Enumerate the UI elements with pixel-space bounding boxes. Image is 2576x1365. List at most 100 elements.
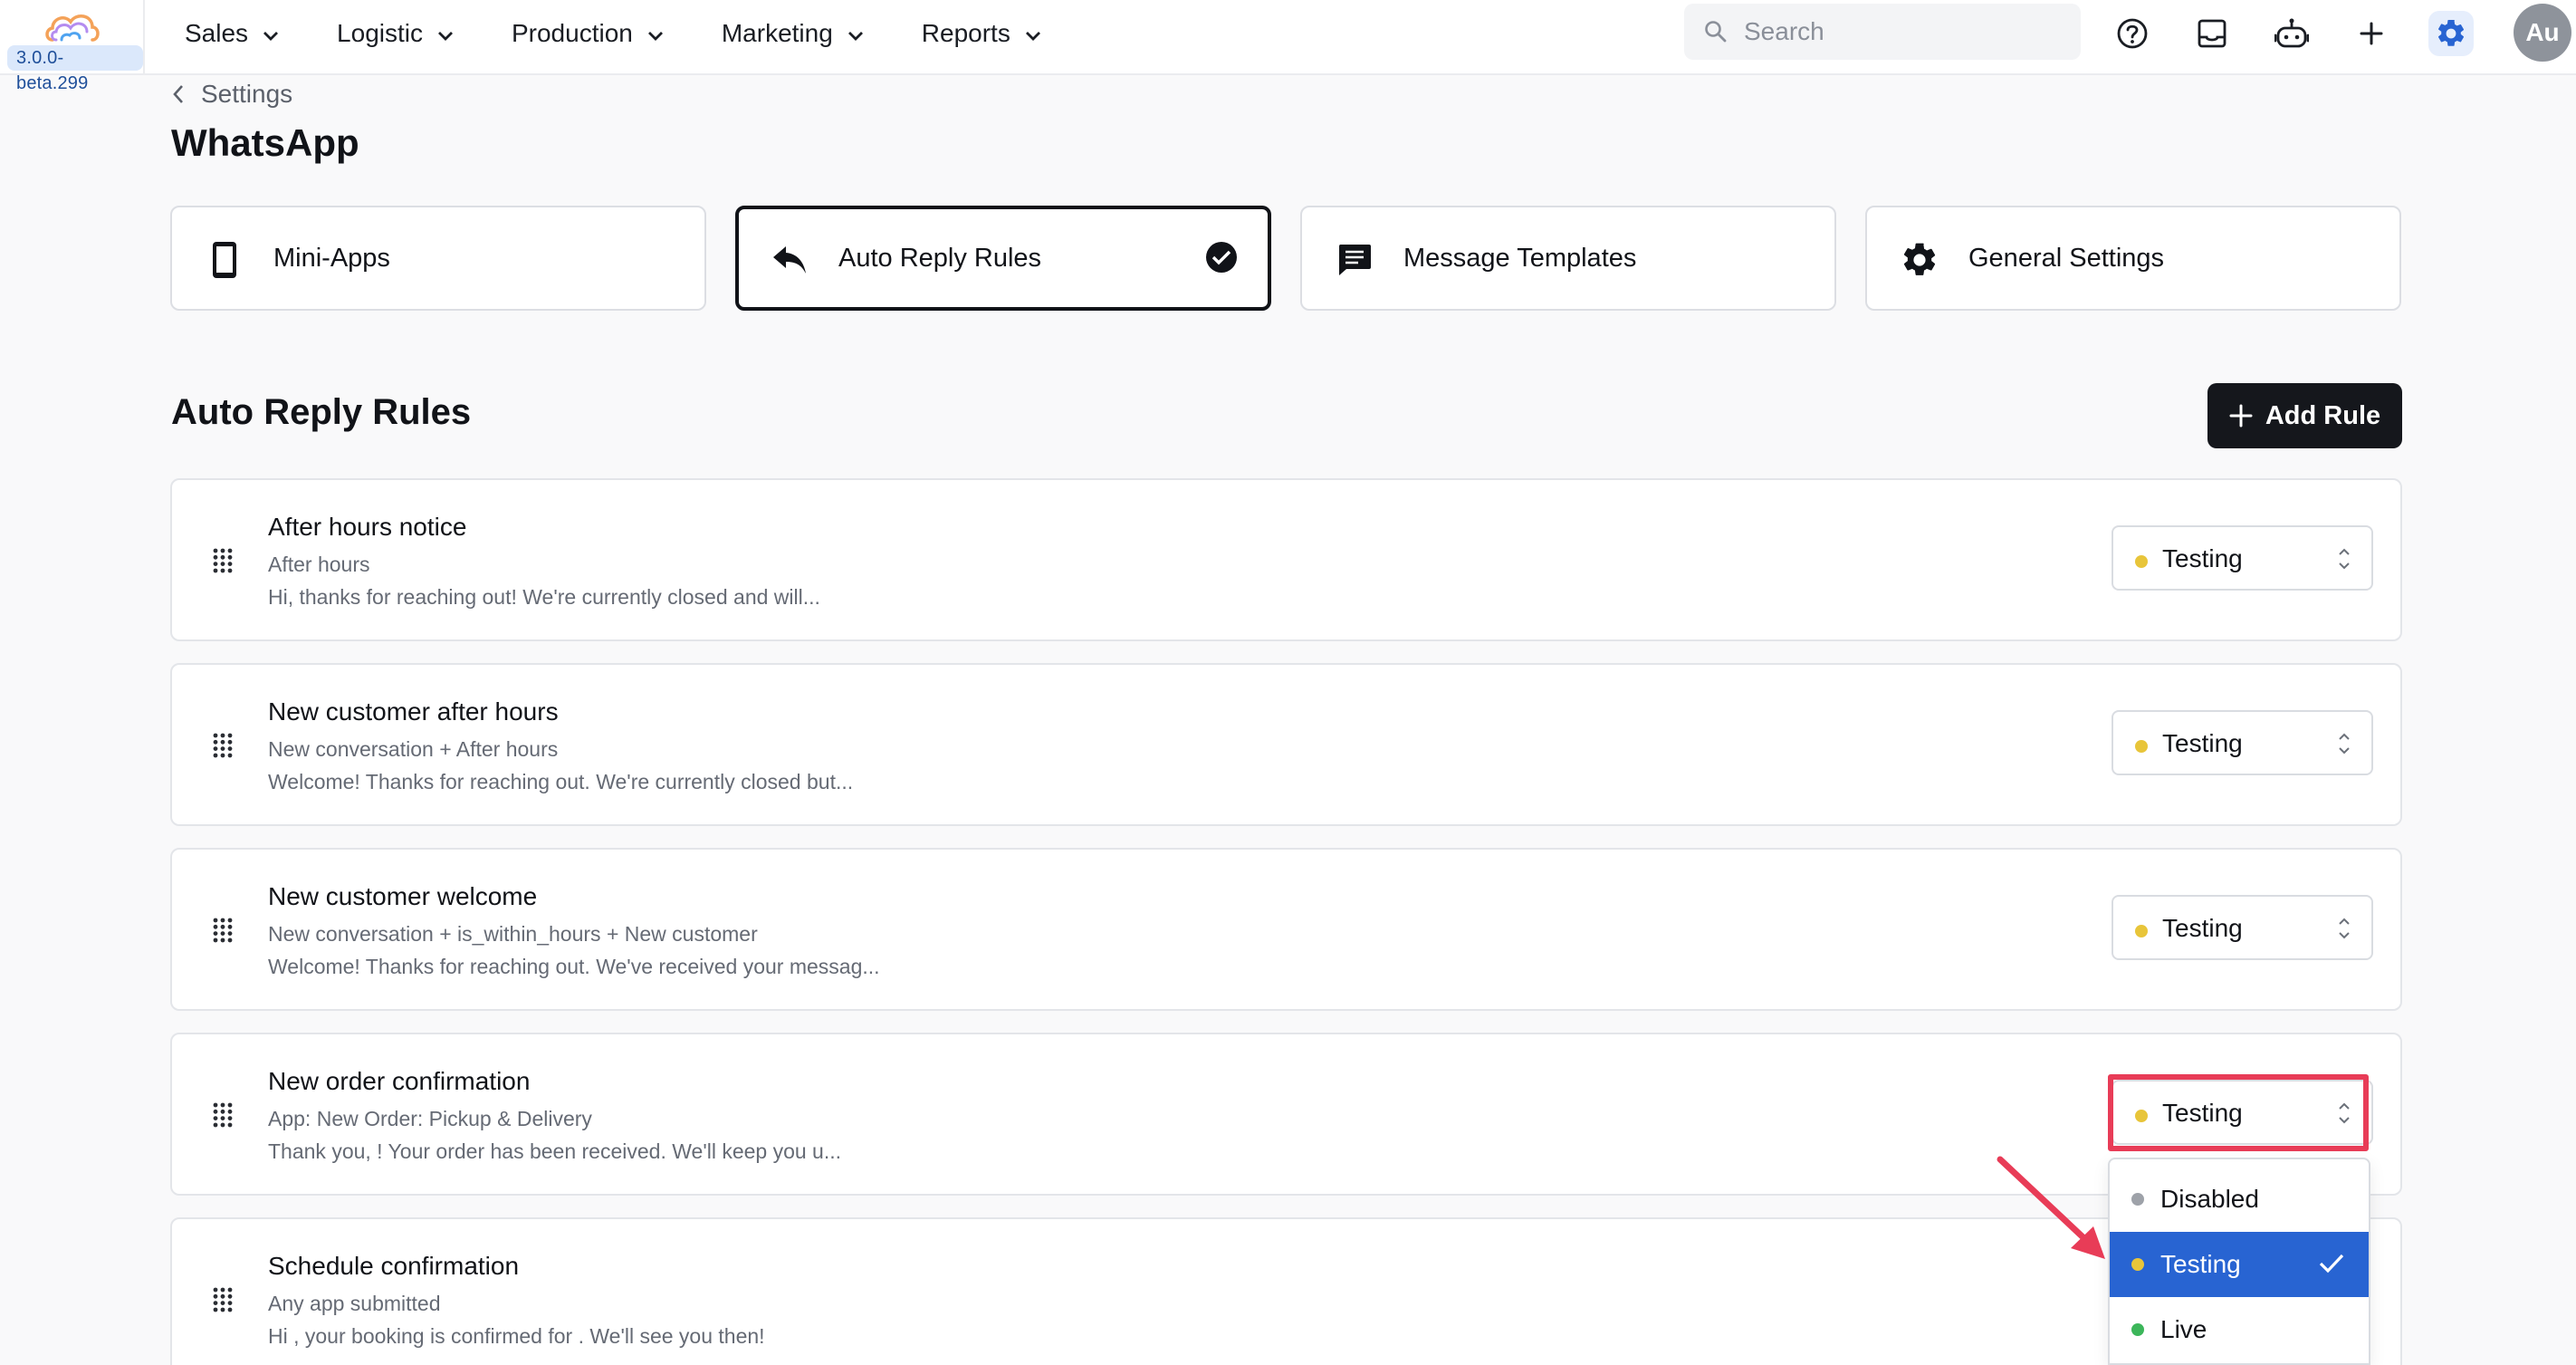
inbox-button[interactable]: [2189, 11, 2235, 56]
status-value: Testing: [2162, 914, 2243, 942]
rule-conditions: New conversation + After hours: [268, 737, 559, 761]
help-icon: [2117, 18, 2148, 49]
nav-item-production[interactable]: Production: [512, 0, 664, 66]
nav-item-label: Logistic: [337, 18, 423, 47]
chevron-up-down-icon: [2339, 1102, 2350, 1124]
app-logo[interactable]: 3.0.0-beta.299: [0, 0, 145, 93]
status-select[interactable]: Testing: [2112, 710, 2373, 775]
drag-handle-icon[interactable]: [212, 732, 234, 759]
chevron-up-down-icon: [2339, 548, 2350, 570]
avatar[interactable]: Au: [2514, 4, 2571, 62]
status-select[interactable]: Testing: [2112, 895, 2373, 960]
status-dot: [2131, 1193, 2144, 1206]
rule-title: Schedule confirmation: [268, 1252, 520, 1280]
status-option-disabled[interactable]: Disabled: [2110, 1167, 2369, 1232]
rule-card[interactable]: After hours notice After hours Hi, thank…: [170, 478, 2402, 641]
assistant-button[interactable]: [2269, 11, 2314, 56]
nav-item-label: Marketing: [721, 18, 833, 47]
status-dot: [2135, 1110, 2148, 1122]
status-option-testing[interactable]: Testing: [2110, 1232, 2369, 1297]
tab-label: Mini-Apps: [273, 244, 390, 273]
tab-auto-reply-rules[interactable]: Auto Reply Rules: [735, 206, 1271, 311]
help-button[interactable]: [2110, 11, 2155, 56]
tab-label: General Settings: [1968, 244, 2165, 273]
status-value: Testing: [2162, 1099, 2243, 1127]
rule-preview: Hi, thanks for reaching out! We're curre…: [268, 585, 820, 609]
add-rule-button[interactable]: Add Rule: [2207, 383, 2402, 448]
rule-preview: Hi , your booking is confirmed for . We'…: [268, 1324, 765, 1348]
plus-icon: [2360, 22, 2383, 45]
section-title: Auto Reply Rules: [171, 392, 472, 432]
rule-title: After hours notice: [268, 513, 467, 541]
option-label: Disabled: [2160, 1185, 2259, 1213]
rule-card[interactable]: New customer welcome New conversation + …: [170, 848, 2402, 1011]
tab-mini-apps[interactable]: Mini-Apps: [170, 206, 706, 311]
tab-label: Auto Reply Rules: [838, 244, 1042, 273]
bot-icon: [2274, 18, 2309, 48]
create-button[interactable]: [2349, 11, 2394, 56]
rule-conditions: App: New Order: Pickup & Delivery: [268, 1107, 592, 1130]
rule-conditions: After hours: [268, 553, 370, 576]
status-dot: [2135, 925, 2148, 937]
status-select[interactable]: Testing: [2112, 525, 2373, 591]
status-value: Testing: [2162, 544, 2243, 572]
drag-handle-icon[interactable]: [212, 1286, 234, 1313]
main-nav: Sales Logistic Production Marketing Repo…: [185, 0, 1099, 66]
drag-handle-icon[interactable]: [212, 917, 234, 944]
tab-message-templates[interactable]: Message Templates: [1300, 206, 1836, 311]
check-circle-icon: [1204, 240, 1239, 279]
search-box[interactable]: [1684, 4, 2081, 60]
plus-icon: [2229, 404, 2253, 428]
status-option-live[interactable]: Live: [2110, 1297, 2369, 1362]
rule-title: New customer after hours: [268, 697, 559, 726]
nav-item-marketing[interactable]: Marketing: [722, 0, 864, 66]
nav-item-reports[interactable]: Reports: [922, 0, 1041, 66]
tab-label: Message Templates: [1403, 244, 1637, 273]
gear-icon: [1900, 240, 1939, 280]
option-label: Live: [2160, 1315, 2207, 1343]
rule-preview: Welcome! Thanks for reaching out. We've …: [268, 955, 880, 978]
top-bar: 3.0.0-beta.299 Sales Logistic Production…: [0, 0, 2576, 93]
option-label: Testing: [2160, 1250, 2241, 1278]
nav-item-label: Production: [511, 18, 633, 47]
check-icon: [2319, 1254, 2344, 1274]
status-dot: [2135, 740, 2148, 753]
page-title: WhatsApp: [171, 121, 359, 164]
drag-handle-icon[interactable]: [212, 1101, 234, 1129]
nav-item-logistic[interactable]: Logistic: [337, 0, 454, 66]
gear-icon: [2437, 19, 2465, 46]
cloud-logo-icon: [45, 14, 100, 42]
status-dot: [2135, 555, 2148, 568]
drag-handle-icon[interactable]: [212, 547, 234, 574]
status-dot: [2131, 1323, 2144, 1336]
search-input[interactable]: [1744, 4, 2070, 60]
rule-title: New order confirmation: [268, 1067, 531, 1095]
chevron-down-icon: [437, 19, 454, 48]
chevron-up-down-icon: [2339, 733, 2350, 755]
rule-preview: Welcome! Thanks for reaching out. We're …: [268, 770, 854, 793]
phone-icon: [205, 240, 244, 280]
chevron-down-icon: [647, 19, 664, 48]
chevron-down-icon: [263, 19, 279, 48]
status-select-open[interactable]: Testing: [2112, 1080, 2373, 1145]
rule-card[interactable]: New customer after hours New conversatio…: [170, 663, 2402, 826]
rule-conditions: Any app submitted: [268, 1292, 441, 1315]
nav-item-sales[interactable]: Sales: [185, 0, 279, 66]
chevron-up-down-icon: [2339, 918, 2350, 939]
settings-button[interactable]: [2428, 11, 2474, 56]
add-rule-label: Add Rule: [2265, 400, 2381, 430]
rule-title: New customer welcome: [268, 882, 538, 910]
breadcrumb-parent-label: Settings: [201, 80, 293, 108]
nav-item-label: Sales: [185, 18, 249, 47]
chevron-down-icon: [847, 19, 864, 48]
rule-card[interactable]: Schedule confirmation Any app submitted …: [170, 1217, 2402, 1365]
rule-card[interactable]: New order confirmation App: New Order: P…: [170, 1033, 2402, 1196]
status-value: Testing: [2162, 729, 2243, 757]
search-icon: [1705, 21, 1727, 43]
inbox-icon: [2198, 19, 2226, 48]
chat-icon: [1335, 240, 1374, 280]
tab-general-settings[interactable]: General Settings: [1865, 206, 2401, 311]
reply-icon: [770, 240, 809, 280]
breadcrumb[interactable]: Settings: [172, 80, 292, 109]
status-dropdown-menu: Disabled Testing Live: [2108, 1158, 2370, 1365]
